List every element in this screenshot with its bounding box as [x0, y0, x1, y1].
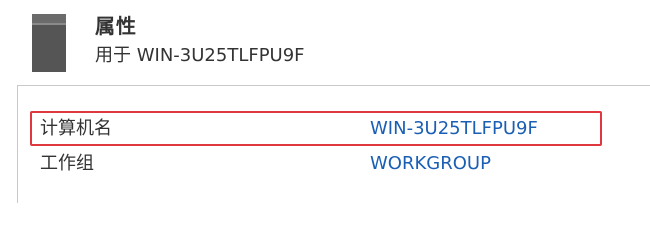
properties-header: 属性 用于 WIN-3U25TLFPU9F: [0, 0, 650, 77]
workgroup-label: 工作组: [40, 153, 94, 174]
computer-name-link[interactable]: WIN-3U25TLFPU9F: [370, 113, 538, 145]
page-subtitle: 用于 WIN-3U25TLFPU9F: [95, 45, 305, 66]
server-icon: [32, 14, 66, 72]
properties-window: 属性 用于 WIN-3U25TLFPU9F 计算机名 WIN-3U25TLFPU…: [0, 0, 650, 203]
properties-panel: 计算机名 WIN-3U25TLFPU9F 工作组 WORKGROUP: [17, 85, 650, 203]
page-title: 属性: [95, 14, 137, 38]
property-row-workgroup: 工作组 WORKGROUP: [18, 148, 650, 180]
computer-name-label: 计算机名: [40, 118, 112, 139]
property-row-computer-name: 计算机名 WIN-3U25TLFPU9F: [18, 113, 650, 145]
workgroup-link[interactable]: WORKGROUP: [370, 148, 491, 180]
